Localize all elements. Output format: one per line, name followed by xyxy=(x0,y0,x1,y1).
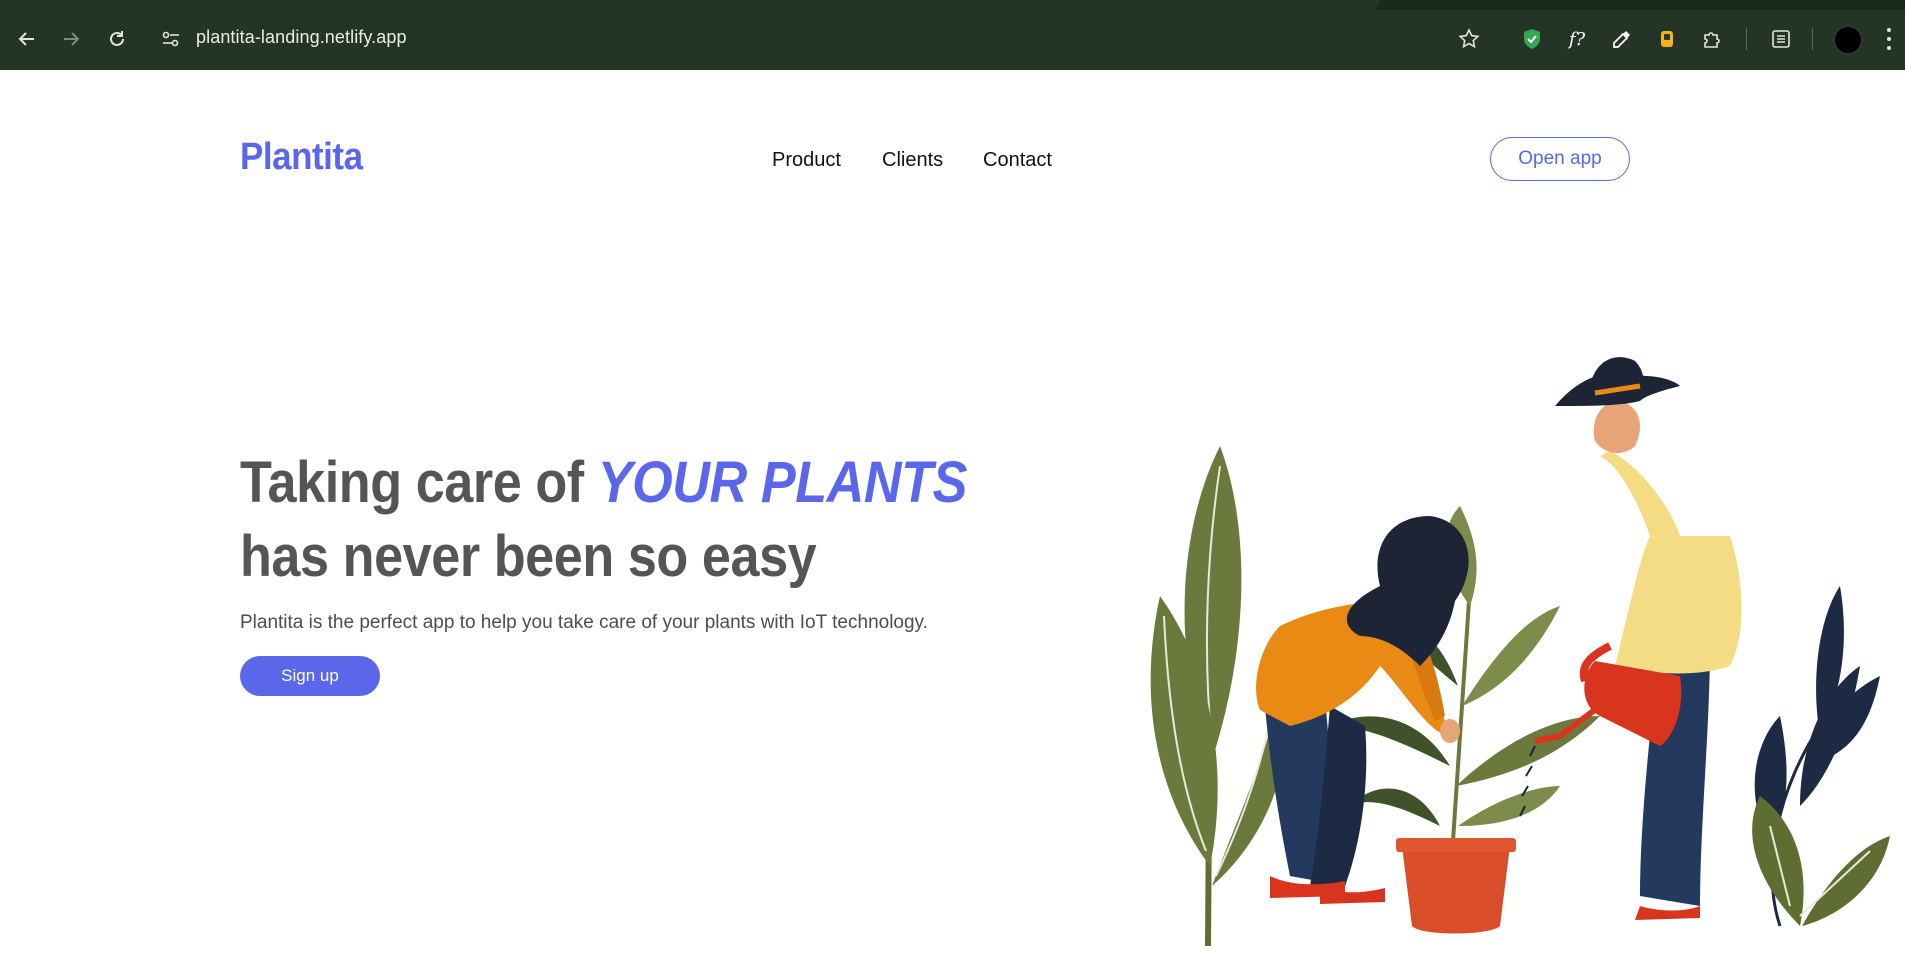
active-tab[interactable] xyxy=(0,0,1380,10)
tab-strip xyxy=(0,0,1905,10)
nav-product[interactable]: Product xyxy=(772,149,841,172)
back-arrow-icon[interactable] xyxy=(14,26,40,52)
browser-toolbar: plantita-landing.netlify.app f? xyxy=(0,0,1905,70)
hero-title-prefix: Taking care of xyxy=(240,450,598,515)
eyedropper-extension-icon[interactable] xyxy=(1609,26,1635,52)
site-info-icon[interactable] xyxy=(160,28,182,50)
toolbar-separator xyxy=(1746,28,1747,50)
nav-contact[interactable]: Contact xyxy=(983,149,1052,172)
man-figure-illustration xyxy=(1519,357,1742,920)
shield-extension-icon[interactable] xyxy=(1519,26,1545,52)
font-extension-icon[interactable]: f? xyxy=(1564,26,1590,52)
forward-arrow-icon[interactable] xyxy=(58,26,84,52)
sign-up-button[interactable]: Sign up xyxy=(240,656,380,696)
profile-avatar[interactable] xyxy=(1834,26,1862,54)
hero-title: Taking care of YOUR PLANTS has never bee… xyxy=(240,446,1032,594)
hero-title-accent: YOUR PLANTS xyxy=(597,450,968,515)
yellow-extension-icon[interactable] xyxy=(1654,26,1680,52)
hero-subtitle: Plantita is the perfect app to help you … xyxy=(240,612,928,633)
nav-clients[interactable]: Clients xyxy=(882,149,943,172)
landing-page: Plantita Product Clients Contact Open ap… xyxy=(0,70,1905,980)
hero-title-suffix: has never been so easy xyxy=(240,524,817,589)
puzzle-extensions-icon[interactable] xyxy=(1699,26,1725,52)
open-app-button[interactable]: Open app xyxy=(1490,137,1630,181)
more-menu-icon[interactable] xyxy=(1884,26,1894,52)
reading-list-icon[interactable] xyxy=(1768,26,1794,52)
reload-icon[interactable] xyxy=(104,26,130,52)
right-plant-illustration xyxy=(1752,586,1890,927)
address-bar[interactable]: plantita-landing.netlify.app xyxy=(196,27,407,48)
site-logo[interactable]: Plantita xyxy=(240,136,363,179)
toolbar-separator xyxy=(1812,28,1813,50)
bookmark-star-icon[interactable] xyxy=(1456,26,1482,52)
gardening-illustration xyxy=(1150,357,1890,946)
